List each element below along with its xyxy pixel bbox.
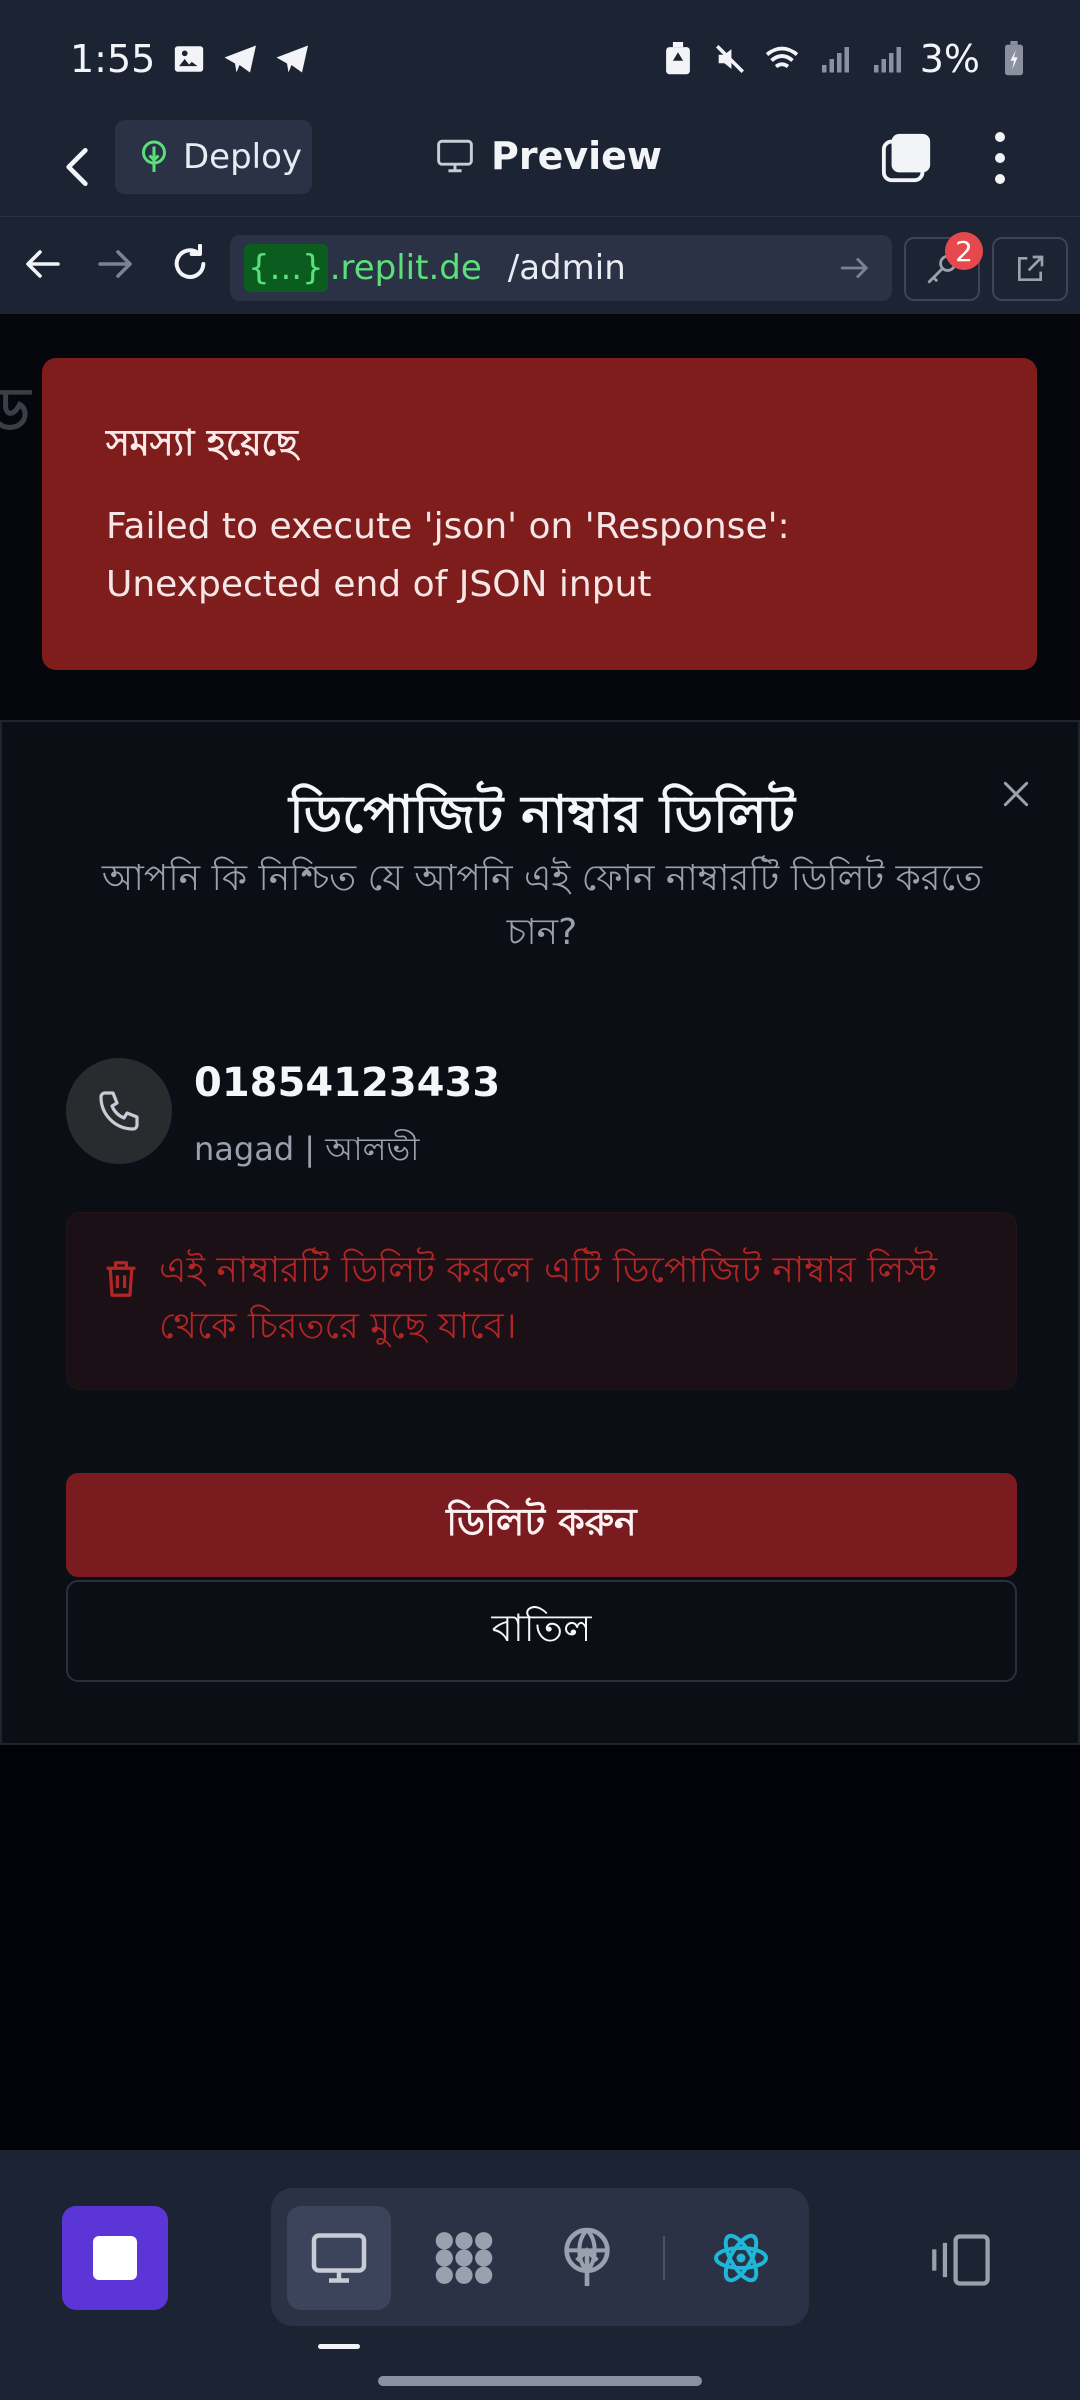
tabs-button[interactable] bbox=[880, 130, 934, 184]
cancel-button[interactable]: বাতিল bbox=[66, 1580, 1017, 1682]
external-link-icon bbox=[1018, 255, 1044, 281]
delete-deposit-number-dialog: ডিপোজিট নাম্বার ডিলিট আপনি কি নিশ্চিত যে… bbox=[0, 720, 1080, 1745]
go-arrow-icon[interactable] bbox=[838, 251, 872, 285]
preview-tab-title: Preview bbox=[435, 126, 662, 186]
arrow-right-icon bbox=[98, 250, 132, 278]
preview-label: Preview bbox=[491, 134, 663, 178]
error-toast[interactable]: সমস্যা হয়েছে Failed to execute 'json' o… bbox=[42, 358, 1037, 670]
desktop-icon bbox=[311, 2233, 367, 2283]
tool-agent[interactable] bbox=[412, 2206, 516, 2310]
phone-icon bbox=[99, 1091, 139, 1131]
toast-message-line-2: Unexpected end of JSON input bbox=[106, 564, 652, 605]
signal-icon bbox=[816, 41, 852, 77]
tabs-icon bbox=[881, 133, 931, 183]
mute-icon bbox=[712, 41, 748, 77]
browser-back-button[interactable] bbox=[18, 239, 68, 289]
trash-icon bbox=[106, 1261, 136, 1297]
more-icon bbox=[995, 132, 1005, 142]
panels-icon bbox=[932, 2234, 990, 2286]
open-external-button[interactable] bbox=[992, 237, 1068, 301]
dialog-subtitle: আপনি কি নিশ্চিত যে আপনি এই ফোন নাম্বারটি… bbox=[101, 858, 983, 953]
delete-warning: এই নাম্বারটি ডিলিট করলে এটি ডিপোজিট নাম্… bbox=[66, 1212, 1017, 1390]
stop-button[interactable] bbox=[62, 2206, 168, 2310]
deployments-icon bbox=[564, 2227, 610, 2286]
reload-icon bbox=[174, 244, 206, 279]
signal-icon bbox=[868, 41, 904, 77]
telegram-icon bbox=[275, 41, 311, 77]
tool-switcher bbox=[271, 2188, 809, 2326]
wifi-icon bbox=[764, 41, 800, 77]
preview-url-row: {...} .replit.de /admin bbox=[0, 216, 1080, 314]
deploy-label: Deploy bbox=[183, 137, 303, 177]
tool-preview[interactable] bbox=[287, 2206, 391, 2310]
panels-button[interactable] bbox=[930, 2232, 994, 2288]
monitor-icon bbox=[437, 139, 473, 173]
status-bar-right: 3% bbox=[660, 37, 1032, 81]
back-button[interactable] bbox=[52, 142, 102, 192]
tool-separator bbox=[663, 2236, 665, 2280]
active-tool-indicator bbox=[318, 2344, 360, 2349]
deploy-button[interactable]: Deploy bbox=[115, 120, 312, 194]
status-time: 1:55 bbox=[70, 37, 156, 81]
react-icon bbox=[714, 2233, 768, 2283]
browser-forward-button[interactable] bbox=[90, 239, 140, 289]
status-bar: 1:55 3% bbox=[0, 0, 1080, 118]
status-bar-left: 1:55 bbox=[70, 37, 311, 81]
home-indicator[interactable] bbox=[378, 2376, 702, 2386]
arrow-left-icon bbox=[26, 250, 60, 278]
phone-number: 01854123433 bbox=[194, 1060, 501, 1106]
battery-percent: 3% bbox=[919, 37, 980, 81]
workspace-bottom-bar bbox=[0, 2150, 1080, 2400]
dialog-title: ডিপোজিট নাম্বার ডিলিট bbox=[289, 785, 795, 845]
back-icon bbox=[66, 148, 88, 187]
url-field[interactable]: {...} .replit.de /admin bbox=[230, 235, 892, 301]
tool-react[interactable] bbox=[689, 2206, 793, 2310]
warning-text: এই নাম্বারটি ডিলিট করলে এটি ডিপোজিট নাম্… bbox=[159, 1250, 938, 1347]
image-icon bbox=[171, 41, 207, 77]
battery-icon bbox=[996, 41, 1032, 77]
url-path: /admin bbox=[507, 248, 626, 288]
agent-icon bbox=[435, 2232, 493, 2284]
toast-title: সমস্যা হয়েছে bbox=[106, 423, 298, 464]
url-host: .replit.de bbox=[329, 248, 482, 288]
telegram-icon bbox=[223, 41, 259, 77]
toast-message-line-1: Failed to execute 'json' on 'Response': bbox=[106, 506, 790, 547]
deploy-icon bbox=[142, 140, 166, 172]
phone-number-card: 01854123433 nagad | আলভী bbox=[66, 1058, 966, 1168]
workspace-header: Deploy Preview bbox=[0, 118, 1080, 216]
notification-badge: 2 bbox=[945, 232, 983, 270]
phone-avatar bbox=[66, 1058, 172, 1164]
stop-icon bbox=[93, 2236, 137, 2280]
reload-button[interactable] bbox=[165, 239, 215, 289]
url-chip: {...} bbox=[244, 244, 328, 292]
obscured-heading: ড bbox=[0, 375, 31, 445]
battery-saver-icon bbox=[660, 41, 696, 77]
confirm-delete-button[interactable]: ডিলিট করুন bbox=[66, 1473, 1017, 1577]
more-options-button[interactable] bbox=[980, 126, 1020, 190]
tool-deployments[interactable] bbox=[535, 2206, 639, 2310]
phone-meta: nagad | আলভী bbox=[194, 1130, 420, 1168]
